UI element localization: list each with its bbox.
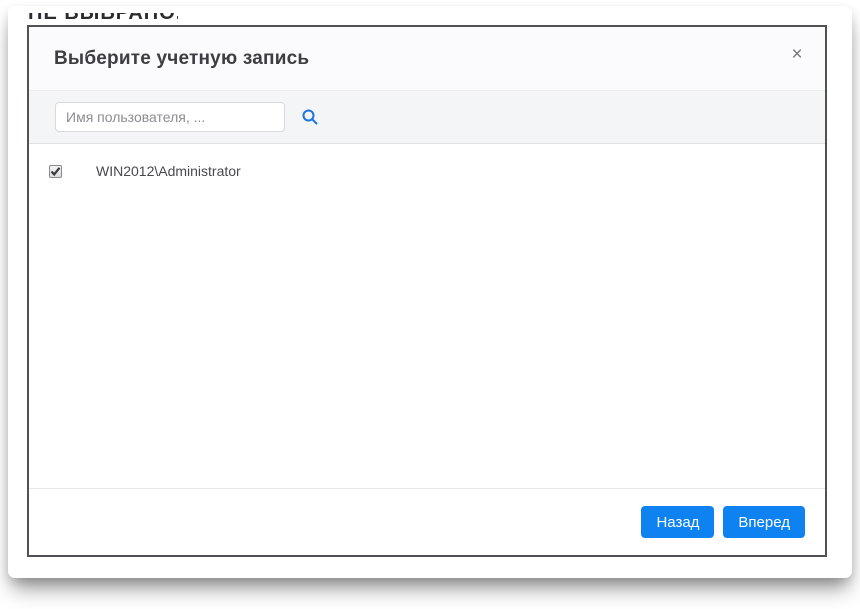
- search-button[interactable]: [297, 104, 323, 130]
- dialog-header: Выберите учетную запись ×: [29, 27, 825, 91]
- dialog-footer: Назад Вперед: [29, 488, 825, 555]
- dialog-title: Выберите учетную запись: [54, 47, 310, 69]
- account-row[interactable]: WIN2012\Administrator: [29, 144, 825, 179]
- select-account-dialog: Выберите учетную запись × Имя пользовате…: [27, 25, 827, 557]
- account-checkbox[interactable]: [49, 164, 62, 178]
- account-list: WIN2012\Administrator: [29, 144, 825, 488]
- close-button[interactable]: ×: [783, 41, 811, 69]
- background-page-heading-text: НЕ ВЫБРАНО...: [28, 13, 178, 24]
- account-label: WIN2012\Administrator: [96, 163, 241, 179]
- username-search-input[interactable]: [55, 102, 285, 132]
- next-button[interactable]: Вперед: [723, 506, 805, 538]
- search-bar: [29, 91, 825, 144]
- search-icon: [301, 108, 319, 126]
- back-button[interactable]: Назад: [641, 506, 715, 538]
- screenshot-frame: НЕ ВЫБРАНО... Выберите учетную запись ×: [8, 6, 852, 578]
- background-page-heading-fragment: НЕ ВЫБРАНО...: [28, 13, 178, 25]
